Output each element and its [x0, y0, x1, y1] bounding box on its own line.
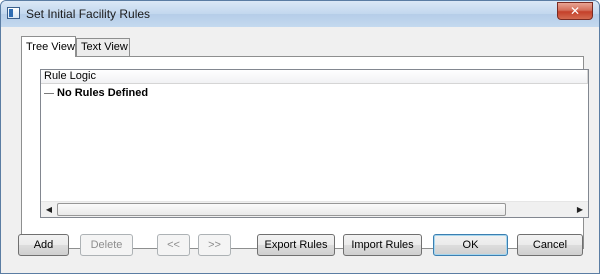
cancel-button[interactable]: Cancel — [517, 234, 583, 256]
dialog-window: Set Initial Facility Rules ✕ Tree View T… — [0, 0, 600, 274]
close-icon: ✕ — [569, 4, 581, 18]
tree-item-label: No Rules Defined — [57, 87, 149, 99]
tab-panel: Rule Logic No Rules Defined ◀ ▶ — [21, 56, 589, 249]
add-button[interactable]: Add — [18, 234, 69, 256]
horizontal-scrollbar[interactable]: ◀ ▶ — [41, 201, 588, 217]
close-button[interactable]: ✕ — [557, 2, 593, 20]
next-button[interactable]: >> — [198, 234, 231, 256]
tab-tree-view[interactable]: Tree View — [21, 36, 76, 57]
tree-connector-line — [44, 92, 54, 94]
column-header-label: Rule Logic — [44, 70, 96, 82]
dialog-body: Tree View Text View Rule Logic No Rules … — [7, 28, 593, 268]
title-bar[interactable]: Set Initial Facility Rules ✕ — [1, 1, 599, 27]
delete-button[interactable]: Delete — [80, 234, 133, 256]
scroll-right-icon[interactable]: ▶ — [573, 203, 587, 216]
app-icon — [7, 7, 20, 19]
rule-tree[interactable]: Rule Logic No Rules Defined ◀ ▶ — [40, 69, 589, 218]
tab-text-view[interactable]: Text View — [76, 38, 130, 56]
import-rules-button[interactable]: Import Rules — [343, 234, 422, 256]
column-header-rule-logic[interactable]: Rule Logic — [41, 70, 588, 84]
tree-item[interactable]: No Rules Defined — [44, 86, 148, 100]
scroll-left-icon[interactable]: ◀ — [42, 203, 56, 216]
scroll-track[interactable] — [57, 203, 506, 216]
ok-button[interactable]: OK — [433, 234, 508, 256]
export-rules-button[interactable]: Export Rules — [257, 234, 335, 256]
previous-button[interactable]: << — [157, 234, 190, 256]
scroll-thumb[interactable] — [57, 203, 506, 216]
window-title: Set Initial Facility Rules — [26, 7, 151, 21]
column-divider — [587, 70, 588, 84]
